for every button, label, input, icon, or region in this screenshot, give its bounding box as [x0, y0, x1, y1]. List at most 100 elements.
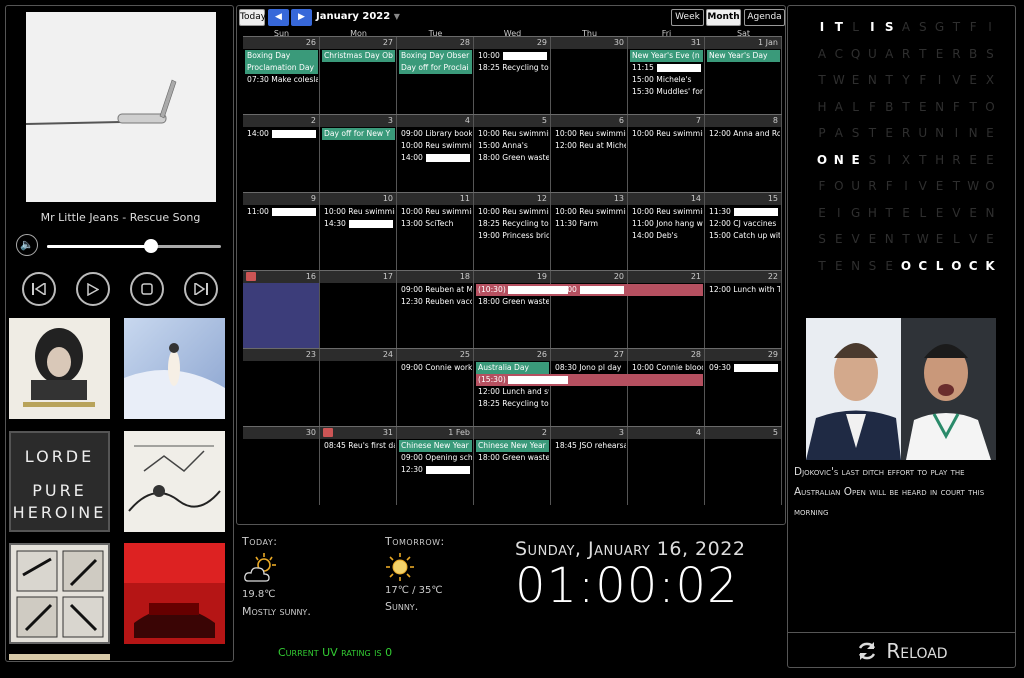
day-number[interactable]: 8	[705, 115, 782, 127]
calendar-event[interactable]: Proclamation Day	[245, 62, 318, 74]
calendar-event[interactable]: 10:00 Reu swimmin	[630, 128, 703, 140]
calendar-event[interactable]: 11:15	[630, 62, 703, 74]
calendar-event[interactable]: 18:25 Recycling tom	[476, 62, 549, 74]
day-number[interactable]: 4	[628, 427, 705, 439]
calendar-event[interactable]: 18:25 Recycling tom	[476, 398, 549, 410]
calendar-event[interactable]: 08:00	[553, 284, 626, 296]
reload-button[interactable]: Reload	[788, 632, 1016, 668]
day-number[interactable]: 28	[397, 37, 474, 49]
day-number[interactable]: 23	[243, 349, 320, 361]
album-cover-collage[interactable]	[9, 543, 110, 644]
day-number[interactable]: 14	[628, 193, 705, 205]
news-headline[interactable]: Djokovic's last ditch effort to play the…	[794, 462, 1004, 522]
calendar-event[interactable]: 12:30	[399, 464, 472, 476]
day-number[interactable]: 13	[551, 193, 628, 205]
calendar-event[interactable]: 07:30 Make coleslaw	[245, 74, 318, 86]
day-number[interactable]: 26	[243, 37, 320, 49]
calendar-event[interactable]: 13:00 SciTech	[399, 218, 472, 230]
calendar-event[interactable]: 15:00 Catch up with	[707, 230, 780, 242]
calendar-event[interactable]: 10:00 Reu swimmin	[553, 128, 626, 140]
volume-handle[interactable]	[144, 239, 159, 253]
day-number[interactable]: 5	[705, 427, 782, 439]
calendar-event[interactable]: 19:00 Princess bride	[476, 230, 549, 242]
calendar-event[interactable]: Christmas Day Ob	[322, 50, 395, 62]
day-number[interactable]: 21	[628, 271, 705, 283]
volume-slider[interactable]	[47, 239, 221, 253]
calendar-event[interactable]: 12:00 Lunch and sw	[476, 386, 549, 398]
calendar-event[interactable]: 12:00 CJ vaccines	[707, 218, 780, 230]
calendar-event[interactable]: 18:00 Green waste c	[476, 452, 549, 464]
day-number[interactable]: 11	[397, 193, 474, 205]
day-number[interactable]: 24	[320, 349, 397, 361]
calendar-event[interactable]: 15:30 Muddles' for s	[630, 86, 703, 98]
day-number[interactable]: 3	[320, 115, 397, 127]
day-number[interactable]: 19	[474, 271, 551, 283]
calendar-event[interactable]: 14:00	[245, 128, 318, 140]
calendar-event[interactable]: 12:00 Reu at Michel	[553, 140, 626, 152]
album-cover-clairy-browne[interactable]	[9, 318, 110, 419]
next-month-button[interactable]: ▶	[291, 9, 312, 26]
day-number[interactable]: 1 Jan	[705, 37, 782, 49]
day-number[interactable]: 31	[628, 37, 705, 49]
calendar-event[interactable]: 10:00 Reu swimmin	[476, 206, 549, 218]
prev-month-button[interactable]: ◀	[268, 9, 289, 26]
play-button[interactable]	[76, 272, 110, 306]
calendar-event[interactable]: 09:00 Reuben at Mic	[399, 284, 472, 296]
album-cover-snow-dancer[interactable]	[124, 318, 225, 419]
calendar-event[interactable]: 10:00 Reu swimmin	[399, 140, 472, 152]
calendar-event[interactable]: 10:00	[476, 50, 549, 62]
day-number[interactable]: 18	[397, 271, 474, 283]
day-number[interactable]: 15	[705, 193, 782, 205]
calendar-event[interactable]: Chinese New Year	[399, 440, 472, 452]
calendar-event[interactable]: 10:00 Reu swimmin	[630, 206, 703, 218]
day-number[interactable]: 5	[474, 115, 551, 127]
day-number[interactable]: 30	[551, 37, 628, 49]
calendar-event[interactable]: 15:00 Michele's	[630, 74, 703, 86]
calendar-event[interactable]: 15:00 Anna's	[476, 140, 549, 152]
day-number[interactable]: 29	[705, 349, 782, 361]
day-number[interactable]: 27	[551, 349, 628, 361]
day-number[interactable]: 6	[551, 115, 628, 127]
day-number[interactable]: 27	[320, 37, 397, 49]
calendar-event[interactable]: 09:00 Opening scho	[399, 452, 472, 464]
day-number[interactable]: 9	[243, 193, 320, 205]
day-number[interactable]: 28	[628, 349, 705, 361]
day-number[interactable]: 12	[474, 193, 551, 205]
calendar-event[interactable]: Day off for New Y	[322, 128, 395, 140]
calendar-event[interactable]: 08:30 Jono pl day	[553, 362, 626, 374]
calendar-event[interactable]: 18:45 JSO rehearsal	[553, 440, 626, 452]
calendar-event[interactable]: Chinese New Year	[476, 440, 549, 452]
calendar-event[interactable]: 12:00 Anna and Ror	[707, 128, 780, 140]
day-number[interactable]: 10	[320, 193, 397, 205]
previous-button[interactable]	[22, 272, 56, 306]
next-button[interactable]	[184, 272, 218, 306]
album-cover-partial[interactable]	[9, 654, 110, 660]
album-cover-sketch[interactable]	[124, 431, 225, 532]
album-cover-red-car[interactable]	[124, 543, 225, 644]
calendar-event[interactable]: 18:00 Green waste c	[476, 296, 549, 308]
album-cover-lorde-pure-heroine[interactable]: LORDE PURE HEROINE	[9, 431, 110, 532]
day-number[interactable]: 30	[243, 427, 320, 439]
calendar-event[interactable]: 10:00 Reu swimmin	[476, 128, 549, 140]
day-number[interactable]: 26	[474, 349, 551, 361]
calendar-event[interactable]: Boxing Day	[245, 50, 318, 62]
calendar-event[interactable]: 14:00	[399, 152, 472, 164]
calendar-event[interactable]: 10:00 Reu swimmin	[322, 206, 395, 218]
calendar-event[interactable]: 09:30	[707, 362, 780, 374]
day-number[interactable]: 17	[320, 271, 397, 283]
calendar-event[interactable]: 09:00 Connie work	[399, 362, 472, 374]
calendar-event[interactable]: 11:00 Jono hang wi	[630, 218, 703, 230]
calendar-event[interactable]: 10:00 Reu swimmin	[399, 206, 472, 218]
calendar-event[interactable]: 18:25 Recycling tom	[476, 218, 549, 230]
calendar-event[interactable]: 14:30	[322, 218, 395, 230]
calendar-event[interactable]: 18:00 Green waste c	[476, 152, 549, 164]
day-number[interactable]: 7	[628, 115, 705, 127]
calendar-event[interactable]: 11:30 Farm	[553, 218, 626, 230]
day-number[interactable]: 1 Feb	[397, 427, 474, 439]
calendar-event[interactable]: 11:00	[245, 206, 318, 218]
day-cell[interactable]	[243, 283, 320, 349]
calendar-event[interactable]: 09:00 Library books	[399, 128, 472, 140]
calendar-event[interactable]: 12:30 Reuben vacci	[399, 296, 472, 308]
calendar-event[interactable]: 08:45 Reu's first day	[322, 440, 395, 452]
calendar-event[interactable]: New Year's Day	[707, 50, 780, 62]
